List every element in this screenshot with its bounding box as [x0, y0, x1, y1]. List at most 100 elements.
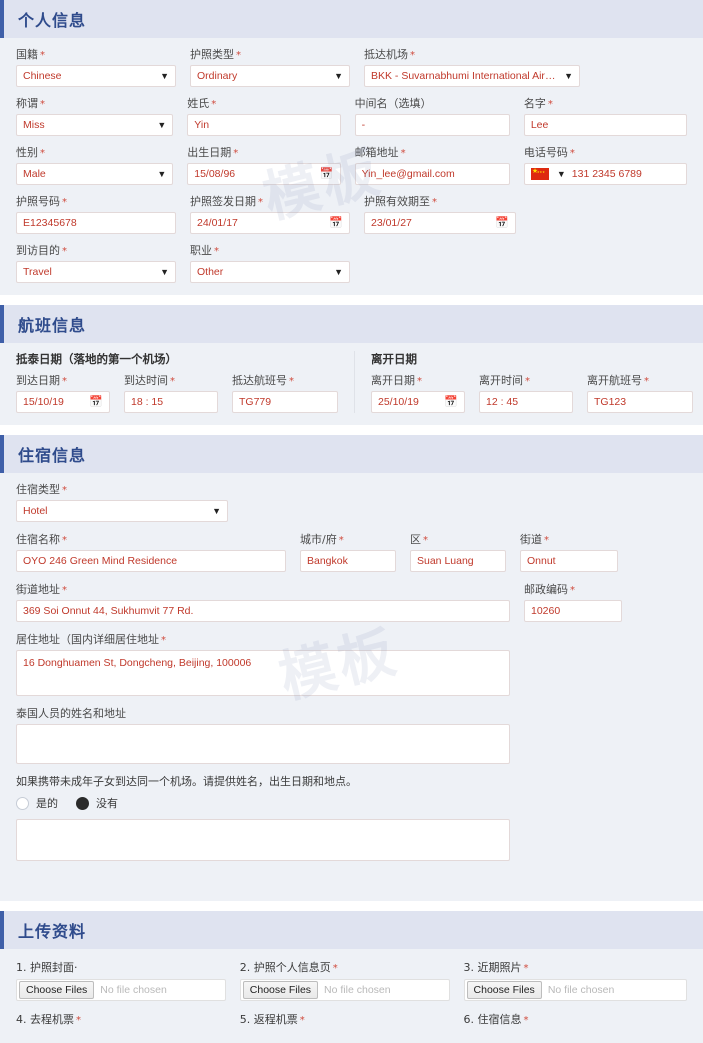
section-title-upload: 上传资料 — [0, 911, 703, 949]
section-title-personal: 个人信息 — [0, 0, 703, 38]
input-departure-time[interactable]: 12 : 45 — [479, 391, 573, 413]
upload-item-5: 5. 返程机票 * — [240, 1011, 464, 1031]
choose-files-button-3[interactable]: Choose Files — [466, 981, 542, 999]
chevron-down-icon: ▼ — [564, 70, 573, 81]
value-gender: Male — [23, 168, 46, 180]
upload-item-4: 4. 去程机票 * — [16, 1011, 240, 1031]
field-given-name: 名字 * Lee — [523, 95, 687, 136]
value-accommodation-type: Hotel — [23, 505, 48, 517]
label-thai-contact: 泰国人员的姓名和地址 — [16, 707, 126, 720]
file-input-3[interactable]: Choose Files No file chosen — [463, 979, 688, 1001]
input-given-name[interactable]: Lee — [523, 114, 687, 136]
chevron-down-icon[interactable]: ▼ — [557, 169, 566, 179]
value-passport-number: E12345678 — [23, 217, 77, 229]
textarea-home-address[interactable]: 16 Donghuamen St, Dongcheng, Beijing, 10… — [16, 650, 510, 696]
value-email: Yin_lee@gmail.com — [361, 168, 455, 180]
field-home-address: 居住地址（国内详细居住地址 * 16 Donghuamen St, Dongche… — [16, 631, 687, 696]
field-passport-expiry-date: 护照有效期至 * 23/01/27 📅 — [364, 193, 530, 234]
label-nationality: 国籍 * — [16, 48, 45, 61]
input-city[interactable]: Bangkok — [300, 550, 396, 572]
value-departure-date: 25/10/19 — [378, 396, 419, 408]
field-city: 城市/府 * Bangkok — [300, 531, 410, 572]
input-arrival-flight-no[interactable]: TG779 — [232, 391, 338, 413]
radio-no-label: 没有 — [96, 797, 118, 810]
calendar-icon[interactable]: 📅 — [495, 217, 509, 229]
field-postal-code: 邮政编码 * 10260 — [524, 581, 622, 622]
section-upload: 上传资料 1. 护照封面· Choose Files No file chose… — [0, 911, 703, 1043]
select-title-honorific[interactable]: Miss ▼ — [16, 114, 174, 136]
file-input-2[interactable]: Choose Files No file chosen — [239, 979, 450, 1001]
radio-yes-label: 是的 — [36, 797, 58, 810]
field-accommodation-name: 住宿名称 * OYO 246 Green Mind Residence — [16, 531, 300, 572]
value-departure-flight-no: TG123 — [594, 396, 627, 408]
select-gender[interactable]: Male ▼ — [16, 163, 174, 185]
label-upload-6: 6. 住宿信息 * — [463, 1013, 529, 1026]
label-accommodation-type: 住宿类型 * — [16, 483, 67, 496]
upload-item-1: 1. 护照封面· Choose Files No file chosen — [16, 959, 240, 1001]
value-middle-name: - — [361, 119, 366, 131]
textarea-thai-contact[interactable] — [16, 724, 510, 764]
input-surname[interactable]: Yin — [187, 114, 341, 136]
value-passport-type: Ordinary — [197, 70, 238, 82]
input-postal-code[interactable]: 10260 — [524, 600, 622, 622]
label-departure-group: 离开日期 — [371, 352, 417, 366]
input-email[interactable]: Yin_lee@gmail.com — [354, 163, 510, 185]
minor-children-radio-group: 是的 没有 — [16, 795, 687, 811]
input-phone[interactable]: ▼ 131 2345 6789 — [523, 163, 687, 185]
chevron-down-icon: ▼ — [160, 70, 169, 81]
value-street-address: 369 Soi Onnut 44, Sukhumvit 77 Rd. — [23, 605, 194, 617]
field-street: 街道 * Onnut — [520, 531, 618, 572]
input-middle-name[interactable]: - — [354, 114, 510, 136]
file-input-1[interactable]: Choose Files No file chosen — [16, 979, 226, 1001]
input-street-address[interactable]: 369 Soi Onnut 44, Sukhumvit 77 Rd. — [16, 600, 510, 622]
label-passport-expiry-date: 护照有效期至 * — [364, 195, 437, 208]
input-street[interactable]: Onnut — [520, 550, 618, 572]
label-gender: 性别 * — [16, 146, 45, 159]
select-nationality[interactable]: Chinese ▼ — [16, 65, 176, 87]
select-occupation[interactable]: Other ▼ — [190, 261, 350, 283]
label-arrival-date: 到达日期 * — [16, 374, 67, 387]
select-passport-type[interactable]: Ordinary ▼ — [190, 65, 350, 87]
value-district: Suan Luang — [417, 555, 474, 567]
select-accommodation-type[interactable]: Hotel ▼ — [16, 500, 228, 522]
calendar-icon[interactable]: 📅 — [320, 168, 334, 180]
textarea-minor-notes[interactable] — [16, 819, 510, 861]
input-passport-issue-date[interactable]: 24/01/17 📅 — [190, 212, 350, 234]
field-purpose-of-visit: 到访目的 * Travel ▼ — [16, 242, 190, 283]
input-birth-date[interactable]: 15/08/96 📅 — [187, 163, 341, 185]
field-district: 区 * Suan Luang — [410, 531, 520, 572]
field-birth-date: 出生日期 * 15/08/96 📅 — [187, 144, 354, 185]
label-upload-3: 3. 近期照片 * — [463, 961, 529, 974]
field-email: 邮箱地址 * Yin_lee@gmail.com — [354, 144, 524, 185]
value-postal-code: 10260 — [531, 605, 561, 617]
calendar-icon[interactable]: 📅 — [89, 396, 103, 408]
label-postal-code: 邮政编码 * — [524, 583, 575, 596]
input-passport-number[interactable]: E12345678 — [16, 212, 176, 234]
calendar-icon[interactable]: 📅 — [329, 217, 343, 229]
input-arrival-time[interactable]: 18 : 15 — [124, 391, 218, 413]
no-file-text-1: No file chosen — [100, 984, 167, 996]
input-passport-expiry-date[interactable]: 23/01/27 📅 — [364, 212, 516, 234]
input-accommodation-name[interactable]: OYO 246 Green Mind Residence — [16, 550, 286, 572]
select-arrival-airport[interactable]: BKK - Suvarnabhumi International Airport… — [364, 65, 580, 87]
input-departure-flight-no[interactable]: TG123 — [587, 391, 693, 413]
radio-yes[interactable] — [16, 796, 29, 810]
value-purpose-of-visit: Travel — [23, 266, 52, 278]
radio-no[interactable] — [76, 796, 89, 810]
input-arrival-date[interactable]: 15/10/19 📅 — [16, 391, 110, 413]
label-arrival-time: 到达时间 * — [124, 374, 175, 387]
field-accommodation-type: 住宿类型 * Hotel ▼ — [16, 481, 228, 522]
input-departure-date[interactable]: 25/10/19 📅 — [371, 391, 465, 413]
chevron-down-icon: ▼ — [157, 119, 167, 130]
choose-files-button-1[interactable]: Choose Files — [19, 981, 95, 999]
calendar-icon[interactable]: 📅 — [444, 396, 458, 408]
choose-files-button-2[interactable]: Choose Files — [242, 981, 319, 999]
label-city: 城市/府 * — [300, 533, 344, 546]
field-passport-issue-date: 护照签发日期 * 24/01/17 📅 — [190, 193, 364, 234]
select-purpose-of-visit[interactable]: Travel ▼ — [16, 261, 176, 283]
field-arrival-airport: 抵达机场 * BKK - Suvarnabhumi International A… — [364, 46, 594, 87]
label-occupation: 职业 * — [190, 244, 219, 257]
label-upload-2: 2. 护照个人信息页 * — [239, 961, 338, 974]
no-file-text-3: No file chosen — [547, 984, 615, 996]
input-district[interactable]: Suan Luang — [410, 550, 506, 572]
